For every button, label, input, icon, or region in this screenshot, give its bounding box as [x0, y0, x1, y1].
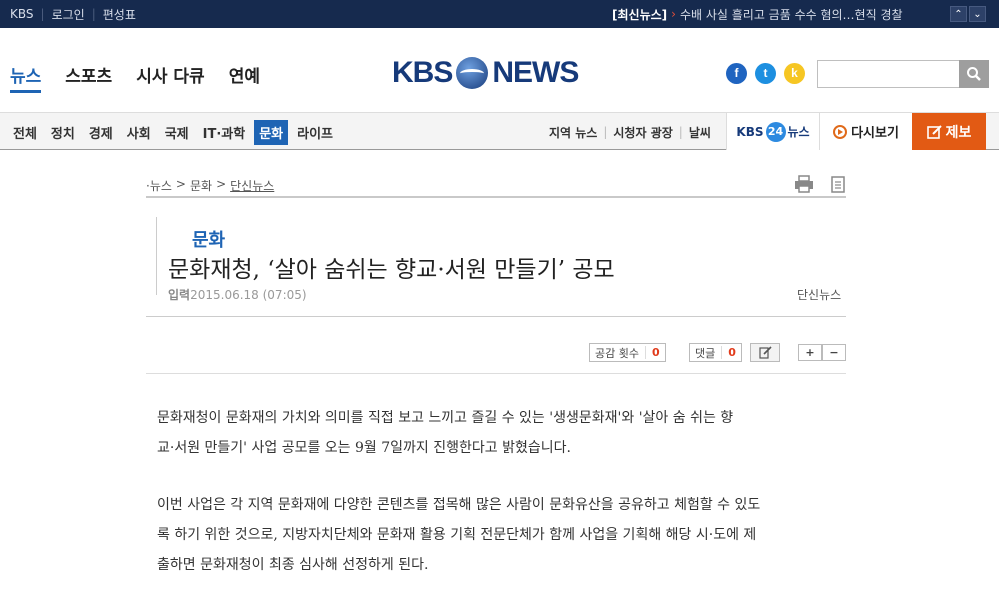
breadcrumb-news[interactable]: ·뉴스: [146, 177, 172, 194]
divider: [156, 217, 157, 295]
print-icon[interactable]: [794, 175, 814, 193]
nav-docu[interactable]: 시사 다큐: [136, 62, 204, 93]
category-society[interactable]: 사회: [122, 120, 156, 145]
play-icon: [833, 124, 848, 139]
comment-count: 0: [721, 346, 736, 359]
font-decrease-button[interactable]: −: [822, 344, 846, 361]
site-header: 뉴스 스포츠 시사 다큐 연예 KBS NEWS f t k: [0, 28, 999, 112]
ticker-arrow-icon: ›: [671, 7, 676, 21]
breadcrumb: ·뉴스 > 문화 > 단신뉴스: [146, 177, 274, 194]
weather-link[interactable]: 날씨: [689, 124, 711, 141]
viewer-plaza-link[interactable]: 시청자 광장: [613, 124, 672, 141]
local-news-link[interactable]: 지역 뉴스: [549, 124, 597, 141]
search-icon: [967, 67, 981, 81]
category-all[interactable]: 전체: [8, 120, 42, 145]
article-tools: [794, 175, 846, 193]
category-it-science[interactable]: IT·과학: [198, 120, 251, 145]
ticker-label: [최신뉴스]: [612, 7, 668, 22]
ticker-headline[interactable]: 수배 사실 흘리고 금품 수수 혐의…현직 경찰: [680, 6, 903, 23]
category-nav: 전체 정치 경제 사회 국제 IT·과학 문화 라이프 지역 뉴스 | 시청자 …: [0, 112, 999, 150]
logo-kbs-text: KBS: [392, 56, 453, 89]
comment-label: 댓글: [695, 346, 716, 360]
search-button[interactable]: [959, 60, 989, 88]
write-comment-button[interactable]: [750, 343, 780, 362]
breadcrumb-separator: >: [216, 177, 227, 191]
date-value: 2015.06.18 (07:05): [190, 288, 307, 302]
kbs24-news-button[interactable]: KBS 24 뉴스: [726, 113, 819, 150]
divider: |: [40, 7, 45, 21]
article-paragraph: 문화재청이 문화재의 가치와 의미를 직접 보고 느끼고 즐길 수 있는 '생생…: [157, 410, 734, 426]
article-paragraph: 이번 사업은 각 지역 문화재에 다양한 콘텐츠를 접목해 많은 사람이 문화유…: [157, 497, 761, 513]
like-count: 0: [644, 346, 660, 359]
divider: |: [603, 125, 608, 139]
copy-icon[interactable]: [830, 175, 846, 193]
report-button[interactable]: 제보: [912, 113, 986, 150]
secondary-links: 지역 뉴스 | 시청자 광장 | 날씨: [549, 113, 711, 151]
edit-icon: [926, 124, 942, 139]
ticker-controls: ⌃ ⌄: [950, 6, 986, 22]
date-label: 입력: [168, 288, 191, 302]
divider: |: [678, 125, 683, 139]
search-input[interactable]: [817, 60, 960, 88]
kbs-link[interactable]: KBS: [10, 7, 34, 21]
replay-button[interactable]: 다시보기: [819, 113, 912, 150]
section-label: 문화: [192, 230, 226, 251]
write-icon: [758, 346, 772, 359]
like-label: 공감 횟수: [595, 346, 639, 360]
article-paragraph: 출하면 문화재청이 최종 심사해 선정하게 된다.: [157, 557, 429, 573]
top-bar: KBS | 로그인 | 편성표 [최신뉴스] › 수배 사실 흘리고 금품 수수…: [0, 0, 999, 28]
category-culture[interactable]: 문화: [254, 119, 289, 145]
login-link[interactable]: 로그인: [52, 6, 85, 23]
nav-sports[interactable]: 스포츠: [65, 62, 112, 93]
breadcrumb-brief[interactable]: 단신뉴스: [230, 177, 274, 194]
breadcrumb-separator: >: [175, 177, 186, 191]
divider: |: [91, 7, 96, 21]
kbs24-prefix: KBS: [736, 124, 764, 139]
category-politics[interactable]: 정치: [46, 120, 80, 145]
main-nav: 뉴스 스포츠 시사 다큐 연예: [10, 62, 260, 93]
category-world[interactable]: 국제: [160, 120, 194, 145]
replay-label: 다시보기: [851, 126, 899, 141]
globe-icon: [456, 57, 489, 89]
article-paragraph: 록 하기 위한 것으로, 지방자치단체와 문화재 활용 기획 전문단체가 함께 …: [157, 527, 757, 543]
kbs-news-logo[interactable]: KBS NEWS: [392, 56, 579, 90]
divider: [146, 316, 846, 317]
schedule-link[interactable]: 편성표: [103, 6, 136, 23]
twitter-icon[interactable]: t: [755, 63, 776, 84]
top-links: KBS | 로그인 | 편성표: [10, 0, 136, 28]
nav-entertainment[interactable]: 연예: [229, 62, 260, 93]
like-button[interactable]: 공감 횟수 0: [589, 343, 666, 362]
category-list: 전체 정치 경제 사회 국제 IT·과학 문화 라이프: [8, 113, 338, 151]
divider: [146, 196, 846, 198]
facebook-icon[interactable]: f: [726, 63, 747, 84]
article-source: 단신뉴스: [797, 288, 842, 302]
news-ticker[interactable]: [최신뉴스] › 수배 사실 흘리고 금품 수수 혐의…현직 경찰: [612, 0, 903, 28]
social-links: f t k: [726, 63, 805, 84]
divider: [146, 373, 846, 374]
category-life[interactable]: 라이프: [292, 120, 338, 145]
kbs24-badge: 24: [765, 121, 786, 142]
article-date: 입력2015.06.18 (07:05): [168, 286, 307, 303]
ticker-next-button[interactable]: ⌄: [969, 6, 986, 22]
kakaostory-icon[interactable]: k: [784, 63, 805, 84]
comment-button[interactable]: 댓글 0: [689, 343, 742, 362]
category-economy[interactable]: 경제: [84, 120, 118, 145]
breadcrumb-culture[interactable]: 문화: [190, 177, 212, 194]
report-label: 제보: [945, 124, 972, 141]
article-paragraph: 교·서원 만들기' 사업 공모를 오는 9월 7일까지 진행한다고 밝혔습니다.: [157, 440, 571, 456]
article-title: 문화재청, ‘살아 숨쉬는 향교·서원 만들기’ 공모: [168, 257, 615, 283]
kbs24-suffix: 뉴스: [787, 125, 810, 139]
font-increase-button[interactable]: +: [798, 344, 822, 361]
ticker-prev-button[interactable]: ⌃: [950, 6, 967, 22]
logo-news-text: NEWS: [492, 56, 579, 89]
nav-news[interactable]: 뉴스: [10, 62, 42, 93]
